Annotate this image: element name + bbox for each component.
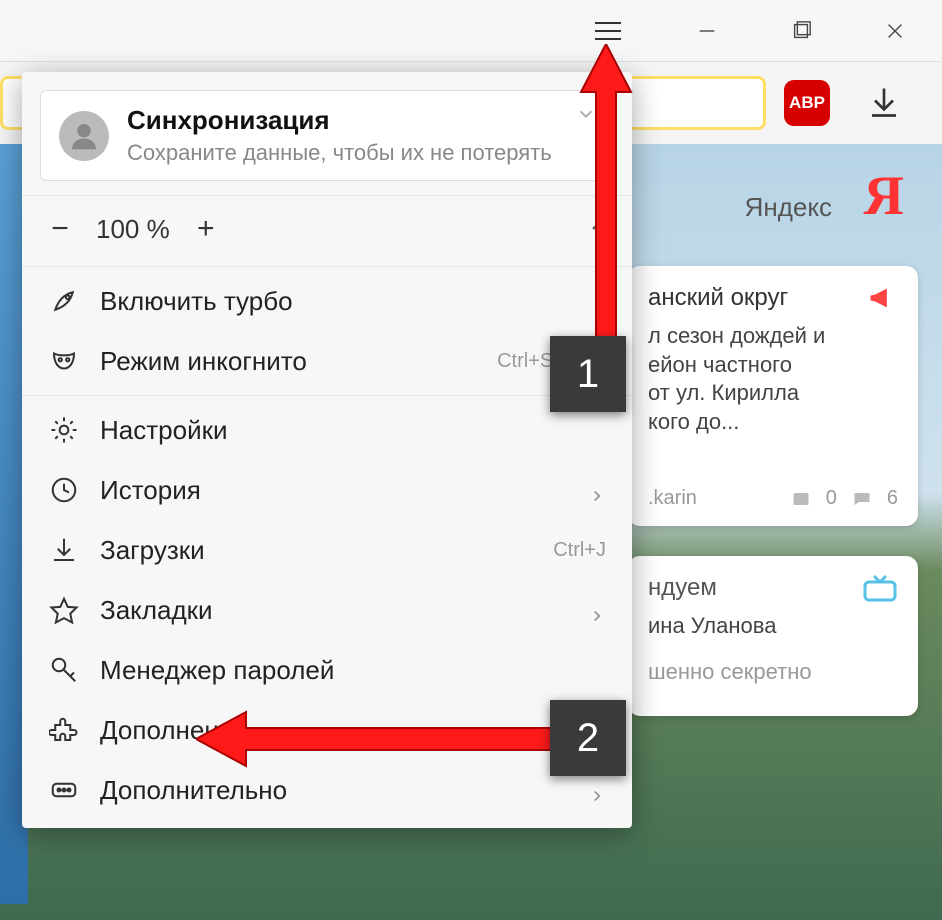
gear-icon <box>48 414 80 446</box>
window-titlebar <box>0 0 942 62</box>
menu-item-turbo[interactable]: Включить турбо <box>22 271 632 331</box>
comment-count-icon <box>851 490 873 508</box>
star-icon <box>48 594 80 626</box>
zoom-value: 100 % <box>96 214 170 245</box>
maximize-button[interactable] <box>754 0 848 62</box>
news-card-author: .karin <box>648 487 697 510</box>
recommend-line1: ина Уланова <box>648 612 898 641</box>
news-card-title: анский округ <box>648 284 788 312</box>
clock-icon <box>48 474 80 506</box>
rocket-icon <box>48 285 80 317</box>
puzzle-icon <box>48 714 80 746</box>
megaphone-icon <box>864 284 898 312</box>
tv-icon <box>862 574 898 602</box>
yandex-title-text: Яндекс <box>745 192 832 223</box>
yandex-logo: Я <box>864 164 904 228</box>
recommend-card[interactable]: ндуем ина Уланова шенно секретно <box>628 556 918 716</box>
mask-icon <box>48 345 80 377</box>
news-card-comment-count: 6 <box>887 487 898 510</box>
menu-item-settings[interactable]: Настройки <box>22 400 632 460</box>
recommend-line2: шенно секретно <box>648 659 898 685</box>
zoom-in-button[interactable]: + <box>194 212 218 246</box>
more-icon <box>48 774 80 806</box>
sync-prompt[interactable]: Синхронизация Сохраните данные, чтобы их… <box>40 90 614 181</box>
news-card-image-count: 0 <box>826 487 837 510</box>
zoom-controls: − 100 % + <box>22 195 632 262</box>
sync-subtitle: Сохраните данные, чтобы их не потерять <box>127 140 595 166</box>
download-icon <box>48 534 80 566</box>
menu-item-bookmarks[interactable]: Закладки <box>22 580 632 640</box>
menu-hamburger-button[interactable] <box>586 14 630 48</box>
menu-item-downloads[interactable]: Загрузки Ctrl+J <box>22 520 632 580</box>
annotation-step-1: 1 <box>550 336 626 412</box>
zoom-out-button[interactable]: − <box>48 212 72 246</box>
avatar-icon <box>59 111 109 161</box>
chevron-right-icon <box>588 781 606 799</box>
minimize-button[interactable] <box>660 0 754 62</box>
news-card-body: л сезон дождей и ейон частного от ул. Ки… <box>648 322 898 436</box>
close-button[interactable] <box>848 0 942 62</box>
downloads-shortcut: Ctrl+J <box>553 539 606 562</box>
key-icon <box>48 654 80 686</box>
main-menu-dropdown: Синхронизация Сохраните данные, чтобы их… <box>22 72 632 828</box>
news-card[interactable]: анский округ л сезон дождей и ейон частн… <box>628 266 918 526</box>
annotation-step-2: 2 <box>550 700 626 776</box>
image-count-icon <box>790 490 812 508</box>
recommend-head: ндуем <box>648 574 717 602</box>
chevron-right-icon <box>588 481 606 499</box>
menu-item-incognito[interactable]: Режим инкогнито Ctrl+Shift+N <box>22 331 632 391</box>
sync-title: Синхронизация <box>127 105 595 136</box>
menu-item-more[interactable]: Дополнительно <box>22 760 632 820</box>
fullscreen-icon[interactable] <box>580 216 606 242</box>
menu-item-history[interactable]: История <box>22 460 632 520</box>
menu-item-passwords[interactable]: Менеджер паролей <box>22 640 632 700</box>
downloads-toolbar-icon[interactable] <box>866 84 902 120</box>
menu-item-extensions[interactable]: Дополнения <box>22 700 632 760</box>
abp-extension-badge[interactable]: ABP <box>784 80 830 126</box>
chevron-down-icon <box>575 103 597 125</box>
chevron-right-icon <box>588 601 606 619</box>
